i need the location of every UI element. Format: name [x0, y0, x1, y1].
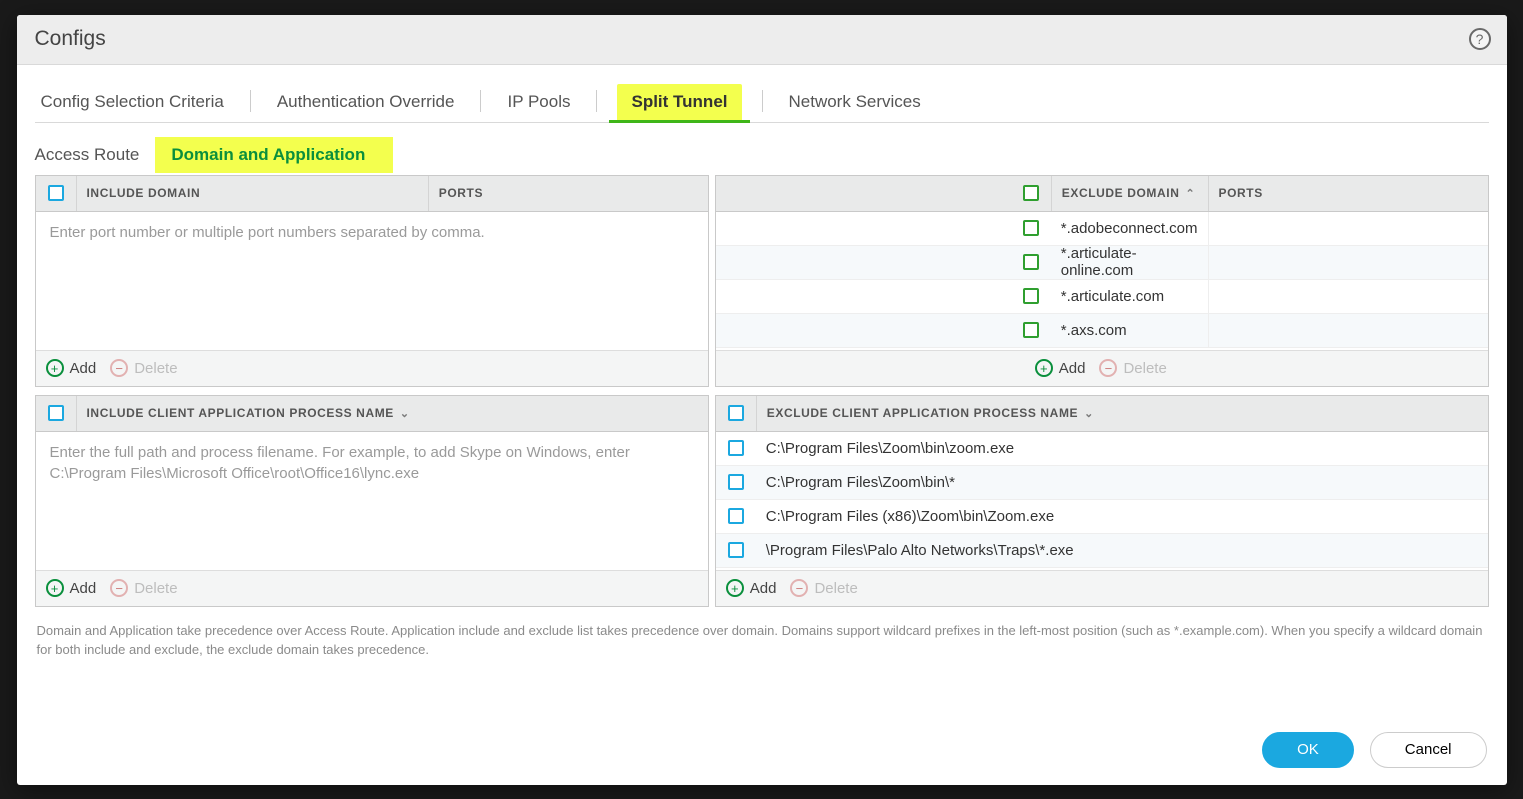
exclude-app-header: EXCLUDE CLIENT APPLICATION PROCESS NAME … — [716, 396, 1488, 432]
row-checkbox[interactable] — [728, 474, 744, 490]
domain-cell: *.axs.com — [1051, 322, 1208, 339]
ports-cell — [1208, 280, 1488, 313]
dialog-footer: OK Cancel — [17, 715, 1507, 785]
dialog-titlebar: Configs ? — [17, 15, 1507, 65]
exclude-app-column-header[interactable]: EXCLUDE CLIENT APPLICATION PROCESS NAME … — [756, 396, 1488, 431]
exclude-domain-add-button[interactable]: + Add — [1035, 359, 1086, 377]
include-domain-grid: INCLUDE DOMAIN PORTS Enter port number o… — [35, 175, 709, 387]
plus-icon: + — [46, 579, 64, 597]
plus-icon: + — [46, 359, 64, 377]
configs-dialog: Configs ? Config Selection Criteria Auth… — [17, 15, 1507, 785]
left-column: INCLUDE DOMAIN PORTS Enter port number o… — [35, 175, 709, 607]
exclude-app-grid: EXCLUDE CLIENT APPLICATION PROCESS NAME … — [715, 395, 1489, 607]
ports-cell — [1208, 314, 1488, 347]
include-app-footer: + Add − Delete — [36, 570, 708, 606]
path-cell: C:\Program Files (x86)\Zoom\bin\Zoom.exe — [756, 508, 1488, 525]
include-app-add-button[interactable]: + Add — [46, 579, 97, 597]
exclude-app-add-button[interactable]: + Add — [726, 579, 777, 597]
exclude-app-body: C:\Program Files\Zoom\bin\zoom.exe C:\Pro… — [716, 432, 1488, 570]
include-domain-select-all-checkbox[interactable] — [48, 185, 64, 201]
table-row[interactable]: \Program Files\Palo Alto Networks\Traps\… — [716, 534, 1488, 568]
sub-tabs: Access Route Domain and Application — [35, 123, 1489, 173]
ok-button[interactable]: OK — [1262, 732, 1354, 768]
domain-cell: *.articulate-online.com — [1051, 245, 1208, 279]
tab-ip-pools[interactable]: IP Pools — [501, 92, 576, 122]
row-checkbox[interactable] — [1023, 288, 1039, 304]
row-checkbox[interactable] — [728, 542, 744, 558]
footnote: Domain and Application take precedence o… — [35, 607, 1489, 660]
table-row[interactable]: C:\Program Files\Zoom\bin\zoom.exe — [716, 432, 1488, 466]
include-domain-column-header[interactable]: INCLUDE DOMAIN — [76, 176, 428, 211]
subtab-domain-and-application[interactable]: Domain and Application — [155, 137, 393, 173]
minus-icon: − — [1099, 359, 1117, 377]
exclude-domain-ports-column-header[interactable]: PORTS — [1208, 176, 1488, 211]
row-checkbox[interactable] — [1023, 254, 1039, 270]
include-domain-footer: + Add − Delete — [36, 350, 708, 386]
table-row[interactable]: *.axs.com — [716, 314, 1488, 348]
row-checkbox[interactable] — [1023, 220, 1039, 236]
ports-cell — [1208, 212, 1488, 245]
tab-authentication-override[interactable]: Authentication Override — [271, 92, 461, 122]
path-cell: C:\Program Files\Zoom\bin\zoom.exe — [756, 440, 1488, 457]
path-cell: \Program Files\Palo Alto Networks\Traps\… — [756, 542, 1488, 559]
include-app-select-all-checkbox[interactable] — [48, 405, 64, 421]
include-domain-body: Enter port number or multiple port numbe… — [36, 212, 708, 350]
exclude-domain-rows[interactable]: *.adobeconnect.com *.articulate-online.co… — [716, 212, 1488, 350]
table-row[interactable]: C:\Program Files\Zoom\bin\* — [716, 466, 1488, 500]
table-row[interactable]: C:\Program Files (x86)\Zoom\bin\Zoom.exe — [716, 500, 1488, 534]
table-row[interactable]: *.articulate.com — [716, 280, 1488, 314]
dialog-title: Configs — [35, 27, 1469, 51]
row-checkbox[interactable] — [728, 508, 744, 524]
exclude-app-delete-button[interactable]: − Delete — [790, 579, 857, 597]
include-app-placeholder: Enter the full path and process filename… — [36, 432, 708, 496]
include-app-header: INCLUDE CLIENT APPLICATION PROCESS NAME … — [36, 396, 708, 432]
table-row[interactable]: *.articulate-online.com — [716, 246, 1488, 280]
panels: INCLUDE DOMAIN PORTS Enter port number o… — [35, 175, 1489, 607]
include-domain-placeholder: Enter port number or multiple port numbe… — [36, 212, 708, 254]
dialog-content: Config Selection Criteria Authentication… — [17, 65, 1507, 715]
right-column: EXCLUDE DOMAIN ⌃ PORTS *.adobeconnect.co… — [715, 175, 1489, 607]
include-domain-add-button[interactable]: + Add — [46, 359, 97, 377]
exclude-app-footer: + Add − Delete — [716, 570, 1488, 606]
chevron-down-icon: ⌄ — [400, 407, 410, 420]
include-domain-header: INCLUDE DOMAIN PORTS — [36, 176, 708, 212]
chevron-down-icon: ⌄ — [1084, 407, 1094, 420]
minus-icon: − — [110, 359, 128, 377]
table-row[interactable]: *.adobeconnect.com — [716, 212, 1488, 246]
primary-tabs: Config Selection Criteria Authentication… — [35, 79, 1489, 123]
exclude-domain-column-header[interactable]: EXCLUDE DOMAIN ⌃ — [1051, 176, 1208, 211]
exclude-domain-grid: EXCLUDE DOMAIN ⌃ PORTS *.adobeconnect.co… — [715, 175, 1489, 387]
exclude-domain-header: EXCLUDE DOMAIN ⌃ PORTS — [716, 176, 1488, 212]
row-checkbox[interactable] — [728, 440, 744, 456]
exclude-app-select-all-checkbox[interactable] — [728, 405, 744, 421]
exclude-domain-delete-button[interactable]: − Delete — [1099, 359, 1166, 377]
sort-asc-icon: ⌃ — [1185, 187, 1195, 200]
domain-cell: *.adobeconnect.com — [1051, 220, 1208, 237]
plus-icon: + — [1035, 359, 1053, 377]
include-app-grid: INCLUDE CLIENT APPLICATION PROCESS NAME … — [35, 395, 709, 607]
minus-icon: − — [110, 579, 128, 597]
plus-icon: + — [726, 579, 744, 597]
path-cell: C:\Program Files\Zoom\bin\* — [756, 474, 1488, 491]
include-app-column-header[interactable]: INCLUDE CLIENT APPLICATION PROCESS NAME … — [76, 396, 708, 431]
tab-network-services[interactable]: Network Services — [783, 92, 927, 122]
include-domain-ports-column-header[interactable]: PORTS — [428, 176, 708, 211]
include-app-delete-button[interactable]: − Delete — [110, 579, 177, 597]
subtab-access-route[interactable]: Access Route — [35, 137, 156, 173]
domain-cell: *.articulate.com — [1051, 288, 1208, 305]
exclude-domain-footer: + Add − Delete — [716, 350, 1488, 386]
minus-icon: − — [790, 579, 808, 597]
row-checkbox[interactable] — [1023, 322, 1039, 338]
cancel-button[interactable]: Cancel — [1370, 732, 1487, 768]
exclude-domain-select-all-checkbox[interactable] — [1023, 185, 1039, 201]
help-icon[interactable]: ? — [1469, 28, 1491, 50]
include-app-body: Enter the full path and process filename… — [36, 432, 708, 570]
tab-split-tunnel[interactable]: Split Tunnel — [617, 84, 741, 122]
include-domain-delete-button[interactable]: − Delete — [110, 359, 177, 377]
exclude-domain-body: *.adobeconnect.com *.articulate-online.co… — [716, 212, 1488, 350]
tab-config-selection-criteria[interactable]: Config Selection Criteria — [35, 92, 230, 122]
ports-cell — [1208, 246, 1488, 279]
exclude-app-rows[interactable]: C:\Program Files\Zoom\bin\zoom.exe C:\Pro… — [716, 432, 1488, 570]
